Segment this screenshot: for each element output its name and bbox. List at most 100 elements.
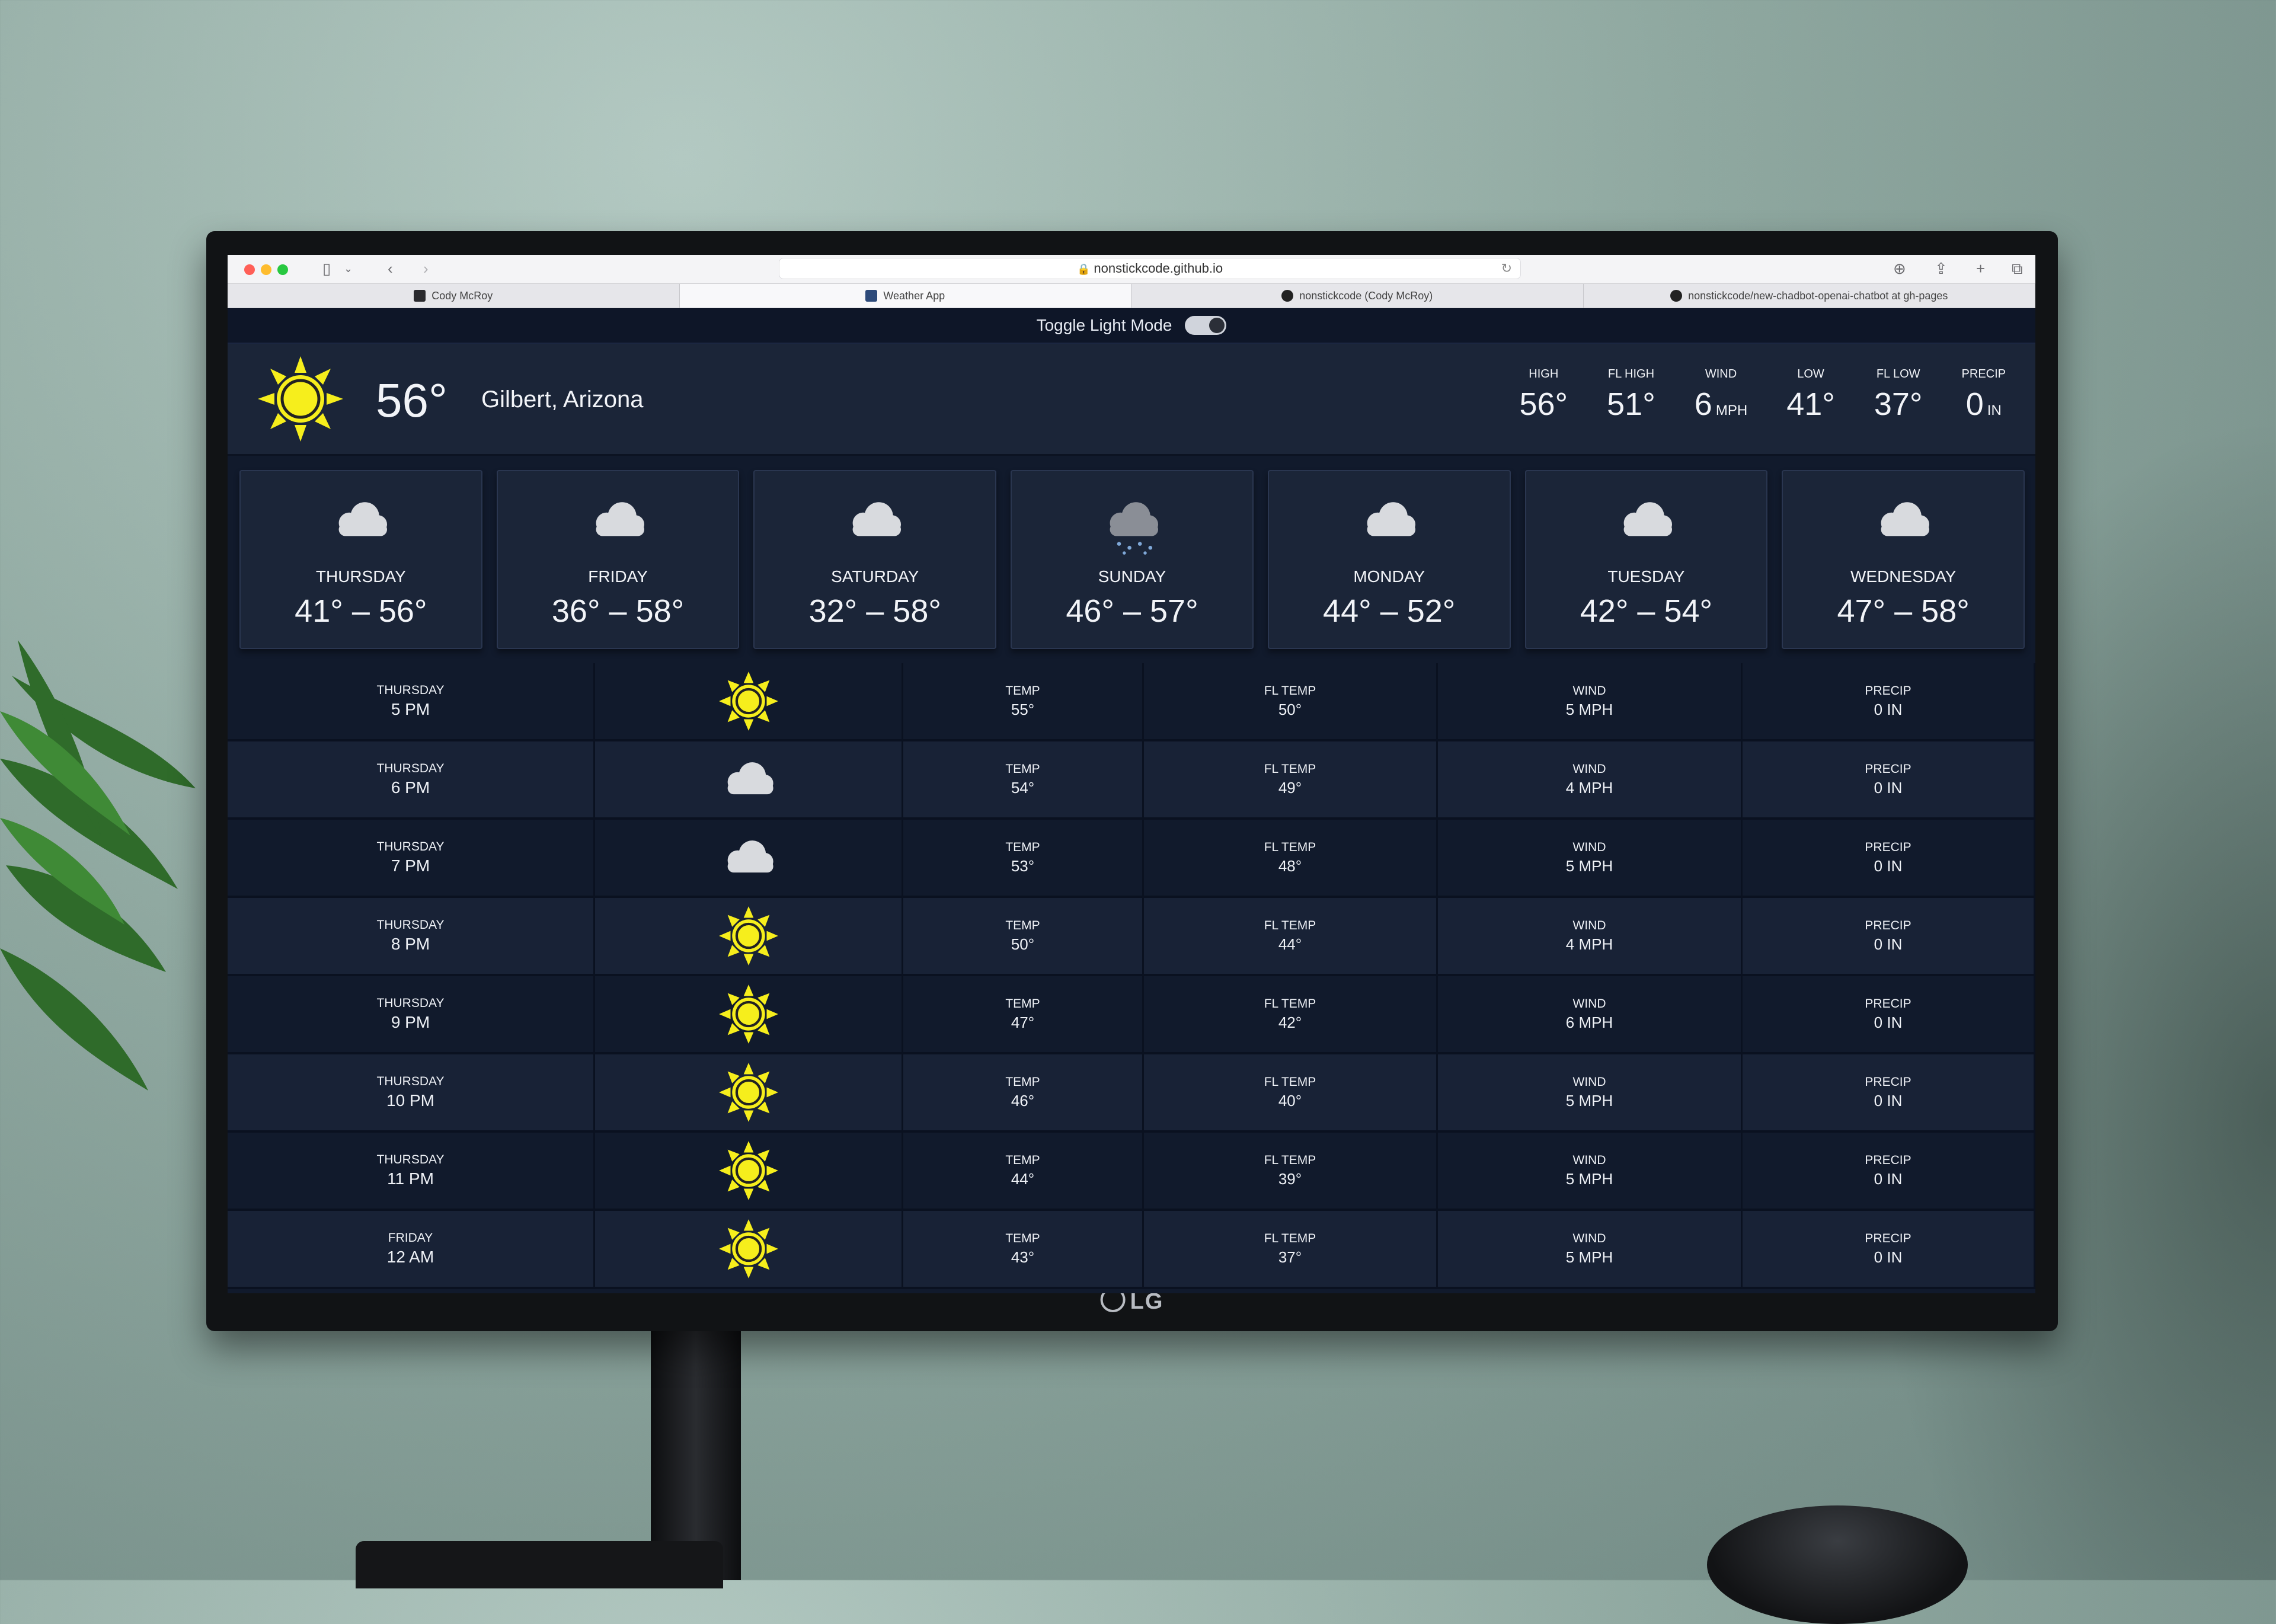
cloud-icon — [1613, 501, 1679, 543]
hour-fl-temp-label: FL TEMP — [1264, 1153, 1316, 1167]
reload-icon[interactable]: ↻ — [1501, 258, 1512, 279]
maximize-window-button[interactable] — [277, 264, 288, 275]
tab-weather-app[interactable]: Weather App — [679, 284, 1131, 308]
day-card-monday[interactable]: MONDAY 44° – 52° — [1267, 470, 1511, 649]
tab-github-profile[interactable]: nonstickcode (Cody McRoy) — [1131, 284, 1584, 308]
hour-temp: TEMP 50° — [903, 898, 1144, 974]
hour-precip: PRECIP 0 IN — [1743, 976, 2035, 1052]
day-temp-range: 42° – 54° — [1580, 593, 1713, 629]
hour-precip-value: 0 IN — [1874, 935, 1903, 953]
monitor: LG ▯ ⌄ ‹ › 🔒 nonstickcode.github.io ↻ ⊕ ⇪… — [206, 231, 2058, 1331]
stat-high: HIGH 56° — [1519, 367, 1568, 422]
tab-github-repo[interactable]: nonstickcode/new-chadbot-openai-chatbot … — [1584, 284, 2035, 308]
address-bar[interactable]: 🔒 nonstickcode.github.io ↻ — [779, 258, 1521, 279]
hour-precip: PRECIP 0 IN — [1743, 820, 2035, 896]
day-card-friday[interactable]: FRIDAY 36° – 58° — [496, 470, 740, 649]
hour-wind: WIND 4 MPH — [1438, 898, 1743, 974]
hour-wind-value: 5 MPH — [1565, 700, 1613, 718]
chevron-down-icon[interactable]: ⌄ — [344, 260, 353, 277]
hour-fl-temp: FL TEMP 39° — [1144, 1133, 1438, 1209]
sun-icon — [595, 663, 903, 739]
browser-toolbar: ▯ ⌄ ‹ › 🔒 nonstickcode.github.io ↻ ⊕ ⇪ + … — [228, 255, 2035, 284]
stat-low: LOW 41° — [1786, 367, 1835, 422]
hour-time-label: THURSDAY — [376, 762, 445, 775]
hour-wind-label: WIND — [1572, 1075, 1606, 1089]
hour-precip-value: 0 IN — [1874, 856, 1903, 875]
cloud-icon — [842, 501, 907, 543]
hour-precip: PRECIP 0 IN — [1743, 1054, 2035, 1130]
hour-fl-temp: FL TEMP 40° — [1144, 1054, 1438, 1130]
new-tab-icon[interactable]: + — [1976, 260, 1985, 277]
cloud-icon — [595, 741, 903, 817]
hour-wind-label: WIND — [1572, 996, 1606, 1011]
share-icon[interactable]: ⇪ — [1935, 260, 1948, 277]
hour-wind-value: 4 MPH — [1565, 778, 1613, 797]
current-temperature: 56° — [376, 374, 447, 427]
hour-fl-temp-value: 48° — [1278, 856, 1302, 875]
hour-precip-value: 0 IN — [1874, 700, 1903, 718]
hour-temp-label: TEMP — [1005, 1075, 1040, 1089]
sun-icon — [595, 1211, 903, 1287]
close-window-button[interactable] — [244, 264, 255, 275]
hour-time: THURSDAY 6 PM — [228, 741, 595, 817]
hour-time: THURSDAY 10 PM — [228, 1054, 595, 1130]
stat-fl-low: FL LOW 37° — [1874, 367, 1923, 422]
minimize-window-button[interactable] — [261, 264, 271, 275]
light-mode-toggle[interactable] — [1185, 316, 1227, 335]
hour-fl-temp-value: 37° — [1278, 1248, 1302, 1266]
url-text: nonstickcode.github.io — [1094, 261, 1223, 276]
day-name: WEDNESDAY — [1850, 567, 1957, 586]
stat-fl-high: FL HIGH 51° — [1607, 367, 1655, 422]
day-temp-range: 44° – 52° — [1323, 593, 1456, 629]
tab-cody-mcroy[interactable]: Cody McRoy — [228, 284, 680, 308]
hour-temp: TEMP 44° — [903, 1133, 1144, 1209]
cloud-icon — [1871, 501, 1936, 543]
hour-precip: PRECIP 0 IN — [1743, 1211, 2035, 1287]
hour-temp: TEMP 53° — [903, 820, 1144, 896]
day-card-thursday[interactable]: THURSDAY 41° – 56° — [239, 470, 482, 649]
hour-fl-temp-label: FL TEMP — [1264, 1231, 1316, 1245]
hour-precip-label: PRECIP — [1865, 840, 1911, 854]
hour-precip-label: PRECIP — [1865, 996, 1911, 1011]
hour-precip-label: PRECIP — [1865, 762, 1911, 776]
hourly-row: THURSDAY 8 PM TEMP 50° FL TEMP 44° WIND 4 MPH P… — [228, 898, 2035, 976]
day-card-sunday[interactable]: SUNDAY 46° – 57° — [1011, 470, 1254, 649]
hour-wind-label: WIND — [1572, 683, 1606, 698]
tab-bar: Cody McRoy Weather App nonstickcode (Cod… — [228, 284, 2035, 308]
hour-time: FRIDAY 12 AM — [228, 1211, 595, 1287]
current-location: Gilbert, Arizona — [481, 386, 644, 413]
back-icon[interactable]: ‹ — [388, 260, 393, 277]
day-name: THURSDAY — [315, 567, 406, 586]
forward-icon[interactable]: › — [423, 260, 429, 277]
toggle-label: Toggle Light Mode — [1036, 316, 1172, 334]
hour-time: THURSDAY 8 PM — [228, 898, 595, 974]
sidebar-icon[interactable]: ▯ — [322, 260, 331, 277]
day-card-tuesday[interactable]: TUESDAY 42° – 54° — [1524, 470, 1768, 649]
sun-icon — [595, 1054, 903, 1130]
day-temp-range: 46° – 57° — [1066, 593, 1198, 629]
tab-title: nonstickcode/new-chadbot-openai-chatbot … — [1688, 289, 1948, 302]
hour-precip-value: 0 IN — [1874, 778, 1903, 797]
download-icon[interactable]: ⊕ — [1893, 260, 1906, 277]
current-stats: HIGH 56° FL HIGH 51° WIND 6 MPH LOW 41° FL LO… — [1519, 367, 2006, 423]
hourly-row: THURSDAY 11 PM TEMP 44° FL TEMP 39° WIND 5 MPH… — [228, 1133, 2035, 1211]
day-card-saturday[interactable]: SATURDAY 32° – 58° — [753, 470, 997, 649]
tab-overview-icon[interactable]: ⧉ — [2012, 260, 2023, 277]
day-temp-range: 47° – 58° — [1837, 593, 1970, 629]
hour-temp-label: TEMP — [1005, 996, 1040, 1011]
hour-temp-value: 53° — [1011, 856, 1035, 875]
hour-precip-label: PRECIP — [1865, 1231, 1911, 1245]
hour-fl-temp-label: FL TEMP — [1264, 762, 1316, 776]
lock-icon: 🔒 — [1076, 263, 1091, 275]
hour-precip-value: 0 IN — [1874, 1091, 1903, 1110]
hour-wind-label: WIND — [1572, 840, 1606, 854]
day-name: MONDAY — [1353, 567, 1425, 586]
day-card-wednesday[interactable]: WEDNESDAY 47° – 58° — [1782, 470, 2025, 649]
hour-fl-temp-value: 39° — [1278, 1169, 1302, 1188]
hour-time-value: 10 PM — [386, 1091, 434, 1110]
hourly-row: THURSDAY 10 PM TEMP 46° FL TEMP 40° WIND 5 MPH… — [228, 1054, 2035, 1133]
hour-temp-label: TEMP — [1005, 918, 1040, 932]
hour-wind-value: 5 MPH — [1565, 1169, 1613, 1188]
hour-time-label: FRIDAY — [388, 1231, 433, 1245]
day-temp-range: 32° – 58° — [808, 593, 941, 629]
